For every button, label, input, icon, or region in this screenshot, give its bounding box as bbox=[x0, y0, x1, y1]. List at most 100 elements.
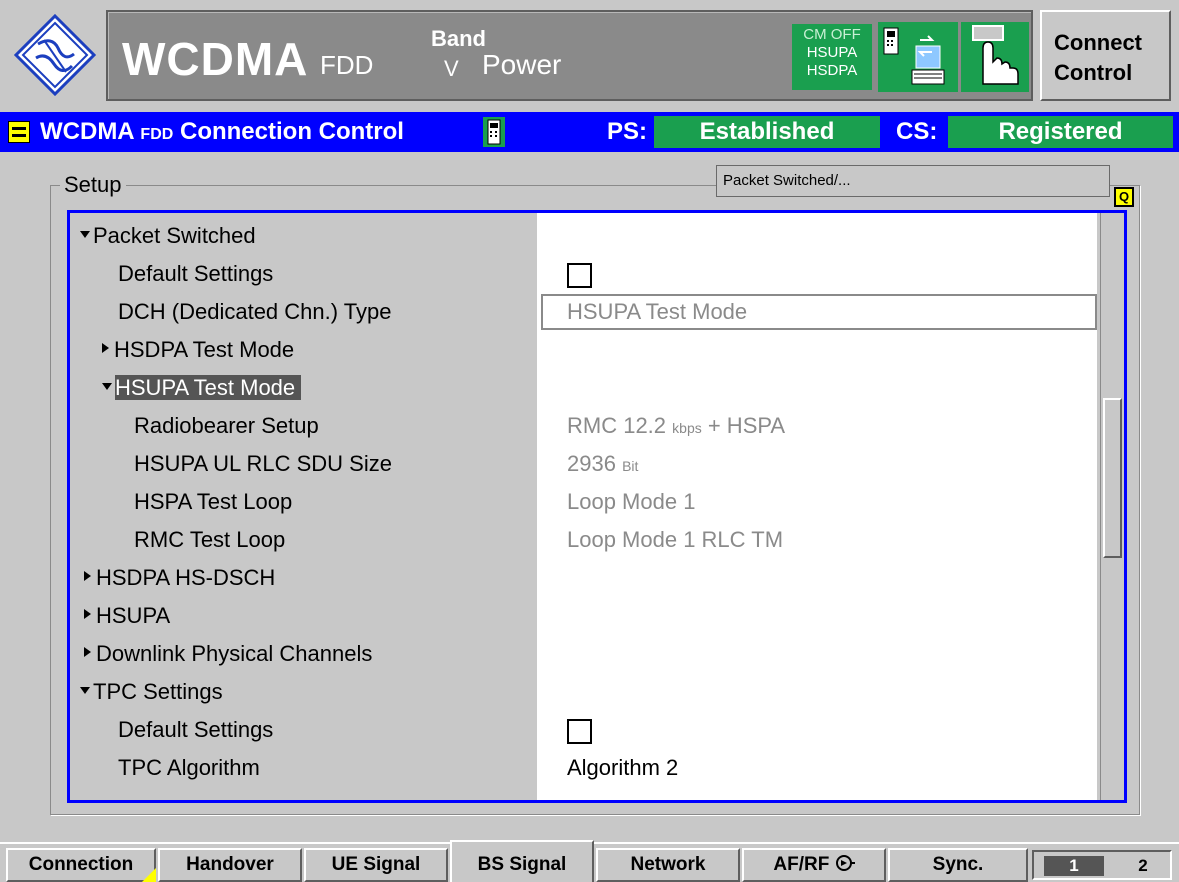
label-tpc-algorithm: TPC Algorithm bbox=[118, 755, 260, 780]
tree-row-hsupa[interactable]: HSUPA bbox=[70, 597, 1097, 635]
dch-type-value: HSUPA Test Mode bbox=[567, 299, 748, 324]
tree-row-radiobearer-setup[interactable]: Radiobearer Setup RMC 12.2 kbps + HSPA bbox=[70, 407, 1097, 445]
status-title-wcdma: WCDMA bbox=[40, 118, 134, 145]
rs-logo-icon bbox=[14, 14, 96, 96]
tree-row-default-settings[interactable]: Default Settings bbox=[70, 255, 1097, 293]
tree-row-packet-switched[interactable]: Packet Switched bbox=[70, 217, 1097, 255]
tree-row-tpc-settings[interactable]: TPC Settings bbox=[70, 673, 1097, 711]
band-label: Band bbox=[431, 26, 486, 51]
tree-row-hsdpa-hsdsch[interactable]: HSDPA HS-DSCH bbox=[70, 559, 1097, 597]
tree-node-hsdpa-test-mode[interactable]: HSDPA Test Mode bbox=[102, 331, 294, 369]
tree-node-tpc-settings[interactable]: TPC Settings bbox=[80, 673, 223, 711]
signal-status-box: CM OFF HSUPA HSDPA bbox=[792, 24, 872, 90]
q-icon[interactable]: Q bbox=[1114, 187, 1134, 207]
setup-path-field: Packet Switched/... bbox=[716, 165, 1110, 197]
default-settings-checkbox[interactable] bbox=[567, 263, 592, 288]
collapsed-triangle-icon bbox=[84, 647, 91, 658]
setup-legend: Setup bbox=[60, 172, 126, 198]
ps-status-value: Established bbox=[654, 116, 880, 148]
label-sdu-size: HSUPA UL RLC SDU Size bbox=[134, 451, 392, 476]
scroll-thumb[interactable] bbox=[1103, 398, 1122, 558]
scrollbar[interactable] bbox=[1100, 213, 1124, 800]
menu-icon[interactable] bbox=[8, 121, 30, 143]
tree-row-hsupa-test-mode[interactable]: HSUPA Test Mode bbox=[70, 369, 1097, 407]
page-selector: 1 2 bbox=[1032, 850, 1172, 880]
top-header: WCDMA FDD Band V Power CM OFF HSUPA HSDP… bbox=[0, 0, 1179, 108]
tree-node-downlink-phys[interactable]: Downlink Physical Channels bbox=[84, 635, 372, 673]
collapsed-triangle-icon bbox=[84, 571, 91, 582]
tab-bs-signal-label: BS Signal bbox=[477, 854, 567, 875]
tree-row-sdu-size[interactable]: HSUPA UL RLC SDU Size 2936 Bit bbox=[70, 445, 1097, 483]
afrf-connector-icon bbox=[835, 854, 855, 871]
page-2-button[interactable]: 2 bbox=[1120, 854, 1166, 878]
instrument-title-bar: WCDMA FDD Band V Power CM OFF HSUPA HSDP… bbox=[106, 10, 1033, 101]
expanded-triangle-icon bbox=[80, 686, 90, 694]
tree-node-hsdpa-hsdsch[interactable]: HSDPA HS-DSCH bbox=[84, 559, 275, 597]
tab-sync-label: Sync. bbox=[932, 854, 984, 875]
title-wcdma: WCDMA bbox=[122, 33, 309, 85]
collapsed-triangle-icon bbox=[84, 609, 91, 620]
label-rmc-test-loop: RMC Test Loop bbox=[134, 527, 286, 552]
tpc-default-settings-checkbox[interactable] bbox=[567, 719, 592, 744]
tab-network-label: Network bbox=[630, 854, 706, 875]
ps-label: PS: bbox=[607, 118, 648, 145]
title-fdd: FDD bbox=[320, 50, 374, 80]
connect-control-button[interactable]: Connect Control bbox=[1040, 10, 1171, 101]
status-title-fdd: FDD bbox=[140, 126, 174, 143]
control-label: Control bbox=[1054, 60, 1133, 85]
band-value: V bbox=[444, 56, 459, 81]
tab-ue-signal-label: UE Signal bbox=[331, 854, 421, 875]
collapsed-triangle-icon bbox=[102, 343, 109, 354]
phone-icon bbox=[878, 22, 958, 92]
tab-connection[interactable]: Connection bbox=[6, 848, 156, 882]
label-default-settings: Default Settings bbox=[118, 261, 274, 286]
tree-row-rmc-test-loop[interactable]: RMC Test Loop Loop Mode 1 RLC TM bbox=[70, 521, 1097, 559]
tab-afrf-label: AF/RF bbox=[773, 854, 830, 875]
tree-row-dch-type[interactable]: DCH (Dedicated Chn.) Type HSUPA Test Mod… bbox=[70, 293, 1097, 331]
label-hspa-test-loop: HSPA Test Loop bbox=[134, 489, 293, 514]
tab-connection-label: Connection bbox=[28, 854, 134, 875]
app-window: WCDMA FDD Band V Power CM OFF HSUPA HSDP… bbox=[0, 0, 1179, 882]
rmc-test-loop-value: Loop Mode 1 RLC TM bbox=[567, 527, 784, 552]
status-cm: CM OFF bbox=[803, 26, 861, 43]
tab-ue-signal[interactable]: UE Signal bbox=[304, 848, 448, 882]
tree-node-packet-switched[interactable]: Packet Switched bbox=[80, 217, 256, 255]
tab-handover-label: Handover bbox=[186, 854, 274, 875]
selected-node-label: HSUPA Test Mode bbox=[115, 375, 302, 400]
expanded-triangle-icon bbox=[80, 230, 90, 238]
tab-afrf[interactable]: AF/RF bbox=[742, 848, 886, 882]
tab-sync[interactable]: Sync. bbox=[888, 848, 1028, 882]
cs-status-value: Registered bbox=[948, 116, 1173, 148]
hand-icon bbox=[961, 22, 1029, 92]
status-hsdpa: HSDPA bbox=[806, 62, 858, 79]
status-hsupa: HSUPA bbox=[806, 44, 858, 61]
tab-network[interactable]: Network bbox=[596, 848, 740, 882]
radiobearer-value: RMC 12.2 kbps + HSPA bbox=[567, 413, 786, 438]
status-title-rest: Connection Control bbox=[179, 118, 404, 145]
label-tpc-default-settings: Default Settings bbox=[118, 717, 274, 742]
tab-bs-signal[interactable]: BS Signal bbox=[450, 840, 594, 882]
connection-status-bar: WCDMA FDD Connection Control PS: Establi… bbox=[0, 112, 1179, 152]
status-title: WCDMA FDD Connection Control bbox=[40, 118, 404, 146]
tpc-algorithm-value: Algorithm 2 bbox=[567, 755, 679, 780]
label-dch-type: DCH (Dedicated Chn.) Type bbox=[118, 299, 392, 324]
cs-label: CS: bbox=[896, 118, 938, 145]
tree-row-hsdpa-test-mode[interactable]: HSDPA Test Mode bbox=[70, 331, 1097, 369]
bottom-tab-bar: Connection Handover UE Signal BS Signal … bbox=[0, 840, 1179, 882]
mode-label: Power bbox=[482, 49, 562, 80]
sdu-size-value: 2936 Bit bbox=[567, 451, 639, 476]
tree-node-hsupa[interactable]: HSUPA bbox=[84, 597, 170, 635]
tree-node-hsupa-test-mode[interactable]: HSUPA Test Mode bbox=[102, 369, 302, 407]
hspa-test-loop-value: Loop Mode 1 bbox=[567, 489, 696, 514]
tab-handover[interactable]: Handover bbox=[158, 848, 302, 882]
tree-row-tpc-default-settings[interactable]: Default Settings bbox=[70, 711, 1097, 749]
page-1-button[interactable]: 1 bbox=[1044, 856, 1104, 876]
expanded-triangle-icon bbox=[102, 382, 112, 390]
label-radiobearer-setup: Radiobearer Setup bbox=[134, 413, 319, 438]
connect-label: Connect bbox=[1054, 30, 1142, 55]
tree-row-hspa-test-loop[interactable]: HSPA Test Loop Loop Mode 1 bbox=[70, 483, 1097, 521]
tree-row-downlink-phys[interactable]: Downlink Physical Channels bbox=[70, 635, 1097, 673]
setup-tree-panel: Packet Switched Default Settings DCH (De… bbox=[67, 210, 1127, 803]
phone-icon bbox=[483, 117, 505, 147]
tree-row-tpc-algorithm[interactable]: TPC Algorithm Algorithm 2 bbox=[70, 749, 1097, 787]
